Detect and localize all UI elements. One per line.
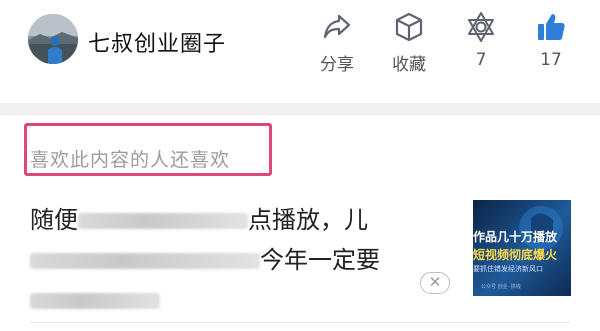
blurred-text [30, 253, 260, 269]
star-of-david-icon [468, 12, 494, 42]
share-icon [323, 14, 351, 39]
thumbnail-text-4: 公众号 创业 ·搞钱 [481, 284, 521, 290]
section-divider [0, 103, 600, 115]
title-line-3 [30, 280, 450, 320]
author-name[interactable]: 七叔创业圈子 [88, 26, 226, 58]
recommended-article-title[interactable]: 随便 点播放，儿 今年一定要 [30, 200, 450, 320]
thumbnail-text-2: 短视频彻底爆火 [473, 248, 558, 262]
thumbnail-text-1: 作品几十万播放 [473, 230, 558, 244]
article-footer-bar: 七叔创业圈子 分享 收藏 7 17 [0, 0, 600, 100]
item-divider [30, 322, 570, 323]
recommend-section-title: 喜欢此内容的人还喜欢 [30, 149, 231, 171]
avatar-image [28, 14, 78, 64]
wow-count: 7 [475, 50, 487, 70]
title-line-2: 今年一定要 [30, 240, 450, 280]
like-button[interactable]: 17 [516, 10, 586, 76]
dismiss-button[interactable]: ✕ [420, 272, 450, 294]
blurred-text [78, 213, 248, 229]
title-text-mid: 点播放，儿 [248, 206, 368, 234]
article-thumbnail[interactable]: 作品几十万播放 短视频彻底爆火 要抓住错发经济新风口 公众号 创业 ·搞钱 [473, 200, 571, 296]
title-text-end: 今年一定要 [260, 246, 380, 274]
favorite-button[interactable]: 收藏 [374, 10, 444, 76]
thumbnail-text-3: 要抓住错发经济新风口 [473, 265, 543, 273]
wow-button[interactable]: 7 [446, 10, 516, 76]
thumbs-up-icon [538, 14, 565, 40]
cube-icon [395, 12, 423, 42]
favorite-label: 收藏 [392, 55, 426, 75]
author-avatar[interactable] [28, 14, 78, 64]
like-count: 17 [540, 50, 562, 70]
blurred-text [30, 293, 160, 309]
title-line-1: 随便 点播放，儿 [30, 200, 450, 240]
share-button[interactable]: 分享 [302, 10, 372, 76]
share-label: 分享 [320, 55, 354, 75]
title-text-start: 随便 [30, 206, 78, 234]
